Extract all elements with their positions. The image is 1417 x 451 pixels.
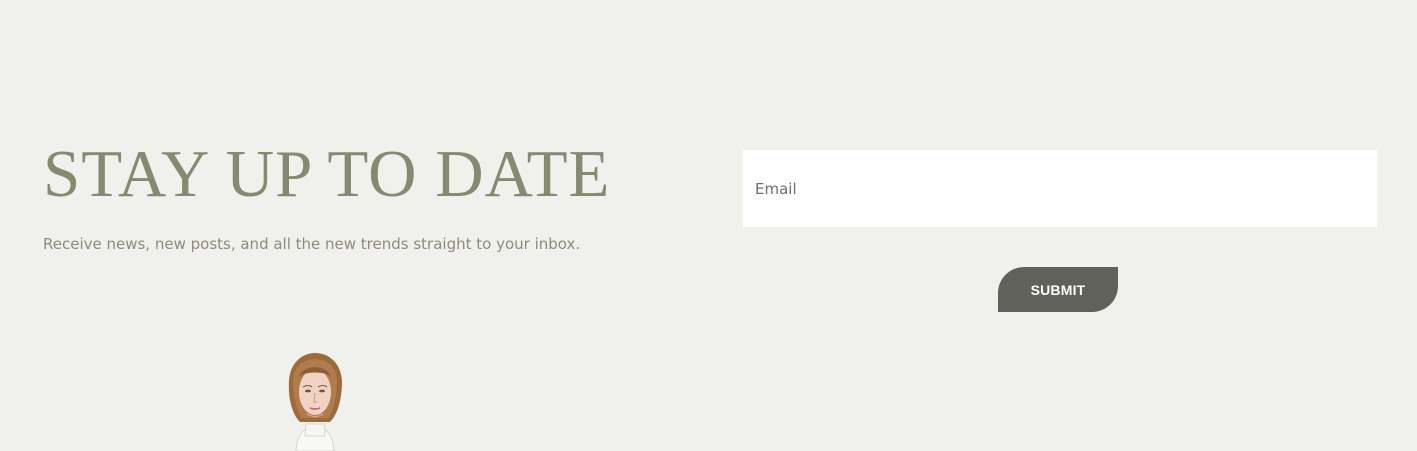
newsletter-heading: STAY UP TO DATE <box>43 137 611 211</box>
email-input[interactable] <box>743 150 1377 227</box>
woman-portrait-icon <box>288 353 342 451</box>
newsletter-section: STAY UP TO DATE Receive news, new posts,… <box>0 0 1417 451</box>
submit-button[interactable]: SUBMIT <box>998 267 1118 312</box>
newsletter-subtext: Receive news, new posts, and all the new… <box>43 235 581 253</box>
fashion-sketch-illustration <box>270 350 360 451</box>
